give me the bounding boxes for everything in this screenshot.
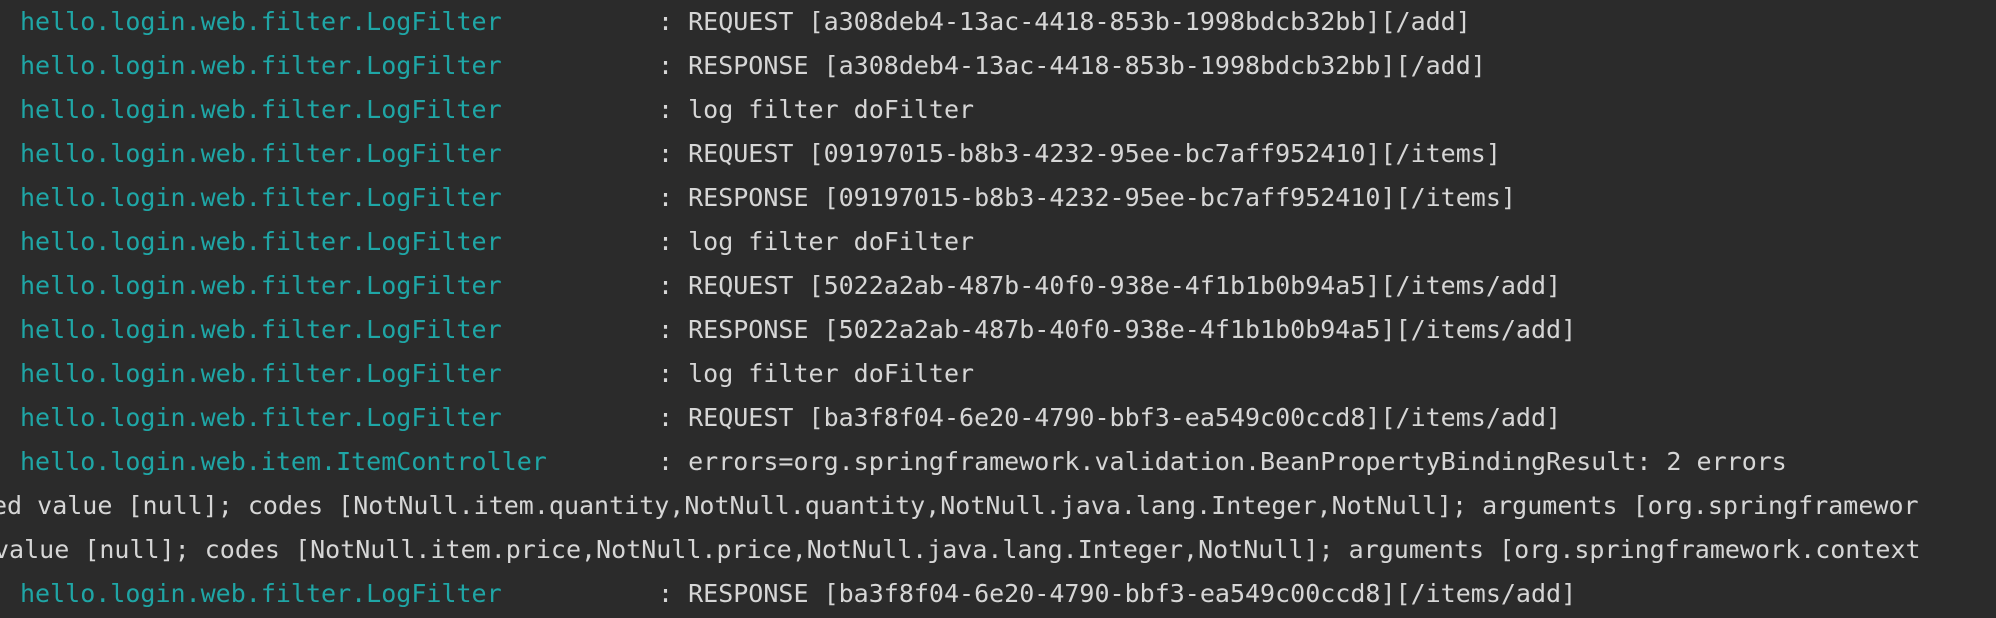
- log-message: : RESPONSE [5022a2ab-487b-40f0-938e-4f1b…: [658, 315, 1577, 344]
- log-line: hello.login.web.filter.LogFilter : log f…: [0, 88, 1996, 132]
- log-line: hello.login.web.filter.LogFilter : RESPO…: [0, 176, 1996, 220]
- log-line: hello.login.web.item.ItemController : er…: [0, 440, 1996, 484]
- logger-name: hello.login.web.filter.LogFilter: [20, 403, 502, 432]
- logger-name: hello.login.web.item.ItemController: [20, 447, 547, 476]
- log-continuation-line: ed value [null]; codes [NotNull.item.qua…: [0, 484, 1996, 528]
- log-message: : errors=org.springframework.validation.…: [658, 447, 1787, 476]
- log-line: hello.login.web.filter.LogFilter : log f…: [0, 352, 1996, 396]
- log-continuation-text: ed value [null]; codes [NotNull.item.qua…: [0, 491, 1919, 520]
- logger-name: hello.login.web.filter.LogFilter: [20, 579, 502, 608]
- log-continuation-text: value [null]; codes [NotNull.item.price,…: [0, 535, 1921, 564]
- log-line: hello.login.web.filter.LogFilter : REQUE…: [0, 132, 1996, 176]
- log-message: : log filter doFilter: [658, 359, 975, 388]
- logger-name: hello.login.web.filter.LogFilter: [20, 227, 502, 256]
- log-message: : RESPONSE [09197015-b8b3-4232-95ee-bc7a…: [658, 183, 1516, 212]
- logger-name: hello.login.web.filter.LogFilter: [20, 139, 502, 168]
- log-message: : log filter doFilter: [658, 95, 975, 124]
- log-message: : REQUEST [09197015-b8b3-4232-95ee-bc7af…: [658, 139, 1501, 168]
- logger-name: hello.login.web.filter.LogFilter: [20, 51, 502, 80]
- log-line: hello.login.web.filter.LogFilter : REQUE…: [0, 0, 1996, 44]
- log-line: hello.login.web.filter.LogFilter : RESPO…: [0, 308, 1996, 352]
- log-line: hello.login.web.filter.LogFilter : REQUE…: [0, 264, 1996, 308]
- logger-name: hello.login.web.filter.LogFilter: [20, 183, 502, 212]
- log-line: hello.login.web.filter.LogFilter : RESPO…: [0, 572, 1996, 616]
- log-message: : RESPONSE [a308deb4-13ac-4418-853b-1998…: [658, 51, 1486, 80]
- logger-name: hello.login.web.filter.LogFilter: [20, 315, 502, 344]
- logger-name: hello.login.web.filter.LogFilter: [20, 95, 502, 124]
- logger-name: hello.login.web.filter.LogFilter: [20, 7, 502, 36]
- log-message: : REQUEST [ba3f8f04-6e20-4790-bbf3-ea549…: [658, 403, 1562, 432]
- logger-name: hello.login.web.filter.LogFilter: [20, 271, 502, 300]
- log-message: : REQUEST [a308deb4-13ac-4418-853b-1998b…: [658, 7, 1471, 36]
- log-continuation-line: value [null]; codes [NotNull.item.price,…: [0, 528, 1996, 572]
- log-message: : log filter doFilter: [658, 227, 975, 256]
- logger-name: hello.login.web.filter.LogFilter: [20, 359, 502, 388]
- console-output[interactable]: hello.login.web.filter.LogFilter : REQUE…: [0, 0, 1996, 618]
- log-line: hello.login.web.filter.LogFilter : log f…: [0, 220, 1996, 264]
- log-line: hello.login.web.filter.LogFilter : RESPO…: [0, 44, 1996, 88]
- log-message: : REQUEST [5022a2ab-487b-40f0-938e-4f1b1…: [658, 271, 1562, 300]
- log-message: : RESPONSE [ba3f8f04-6e20-4790-bbf3-ea54…: [658, 579, 1577, 608]
- log-line: hello.login.web.filter.LogFilter : REQUE…: [0, 396, 1996, 440]
